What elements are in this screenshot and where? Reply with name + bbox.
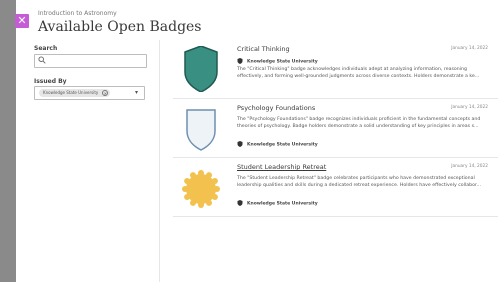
badge-issuer: Knowledge State University xyxy=(237,141,318,148)
search-label: Search xyxy=(34,45,58,52)
badge-row[interactable]: Psychology Foundations January 14, 2022 … xyxy=(173,99,498,158)
badge-issuer: Knowledge State University xyxy=(237,58,318,65)
shield-outline-badge-icon xyxy=(186,109,216,151)
badge-description: The "Student Leadership Retreat" badge c… xyxy=(237,176,481,188)
badge-description: The "Psychology Foundations" badge recog… xyxy=(237,117,481,129)
remove-chip-icon[interactable]: × xyxy=(102,90,109,96)
issuer-filter-chip[interactable]: Knowledge State University × xyxy=(39,89,111,97)
issued-by-label: Issued By xyxy=(34,78,67,85)
badge-issuer-name: Knowledge State University xyxy=(247,142,318,148)
course-name: Introduction to Astronomy xyxy=(38,10,117,17)
badge-title[interactable]: Critical Thinking xyxy=(237,45,290,53)
badge-issuer-name: Knowledge State University xyxy=(247,201,318,207)
badge-title[interactable]: Student Leadership Retreat xyxy=(237,163,326,171)
badge-description: The "Critical Thinking" badge acknowledg… xyxy=(237,67,480,79)
issuer-filter-chip-label: Knowledge State University xyxy=(43,90,99,95)
badge-row[interactable]: Student Leadership Retreat January 14, 2… xyxy=(173,158,498,217)
badge-title[interactable]: Psychology Foundations xyxy=(237,104,315,112)
shield-icon xyxy=(237,141,243,147)
seal-badge-icon xyxy=(182,170,220,208)
shield-icon xyxy=(237,58,243,64)
close-button[interactable]: ✕ xyxy=(15,14,29,28)
badge-date: January 14, 2022 xyxy=(451,46,488,51)
shield-badge-icon xyxy=(184,46,218,92)
shield-icon xyxy=(237,200,243,206)
badge-date: January 14, 2022 xyxy=(451,164,488,169)
badge-row[interactable]: Critical Thinking January 14, 2022 Knowl… xyxy=(173,40,498,99)
filter-sidebar: Search Issued By Knowledge State Univers… xyxy=(16,40,160,282)
close-icon: ✕ xyxy=(17,14,27,27)
search-icon xyxy=(38,56,46,64)
search-input[interactable] xyxy=(34,54,147,68)
badge-issuer-name: Knowledge State University xyxy=(247,59,318,65)
badge-issuer: Knowledge State University xyxy=(237,200,318,207)
badge-date: January 14, 2022 xyxy=(451,105,488,110)
chevron-down-icon: ▾ xyxy=(134,89,138,96)
panel-header: Introduction to Astronomy Available Open… xyxy=(38,10,202,35)
page-title: Available Open Badges xyxy=(38,19,202,35)
left-strip xyxy=(0,0,16,282)
issued-by-select[interactable]: Knowledge State University × ▾ xyxy=(34,86,145,100)
badge-list: Critical Thinking January 14, 2022 Knowl… xyxy=(173,40,498,217)
